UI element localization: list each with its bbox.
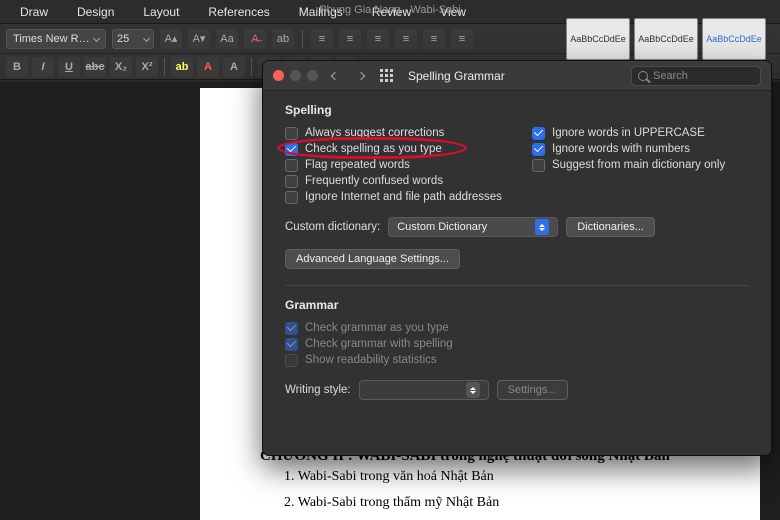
tab-layout[interactable]: Layout [129,2,193,22]
numbering-button[interactable]: ≡ [339,29,361,49]
check-grammar-with-spelling: Check grammar with spelling [285,336,749,352]
chevron-left-icon [331,71,339,79]
checkbox-icon[interactable] [532,127,545,140]
search-input[interactable]: Search [631,66,761,86]
strike-button[interactable]: abc [84,57,106,77]
search-placeholder: Search [653,70,688,82]
style-nospace[interactable]: AaBbCcDdEe [634,18,698,60]
style-normal[interactable]: AaBbCcDdEe [566,18,630,60]
grammar-heading: Grammar [285,298,749,312]
check-grammar-as-type: Check grammar as you type [285,320,749,336]
back-button[interactable] [326,67,344,85]
checkbox-icon [285,322,298,335]
highlight-button[interactable]: ab [171,57,193,77]
checkbox-icon[interactable] [285,175,298,188]
doc-line: 1. Wabi-Sabi trong văn hoá Nhật Bản [284,469,720,485]
custom-dict-label: Custom dictionary: [285,221,380,233]
checkbox-icon [285,354,298,367]
checkbox-icon[interactable] [532,159,545,172]
forward-button[interactable] [352,67,370,85]
decrease-font-button[interactable]: A▾ [188,29,210,49]
search-icon [638,71,648,81]
checkbox-icon[interactable] [285,143,298,156]
style-heading1[interactable]: AaBbCcDdEe [702,18,766,60]
check-spelling-as-type[interactable]: Check spelling as you type [285,141,502,157]
italic-button[interactable]: I [32,57,54,77]
updown-icon [466,382,480,398]
indent-dec-button[interactable]: ≡ [423,29,445,49]
font-toolbar: Times New R… 25 A▴ A▾ Aa A̶ ab ≡ ≡ ≡ ≡ ≡… [0,24,780,54]
window-title: Phung Gia Nang · Wabi-Sabi [319,4,460,16]
writing-style-select [359,380,489,400]
checkbox-icon[interactable] [532,143,545,156]
tab-references[interactable]: References [194,2,283,22]
check-readability-stats: Show readability statistics [285,352,749,368]
increase-font-button[interactable]: A▴ [160,29,182,49]
preferences-panel: Spelling Grammar Search Spelling Always … [262,60,772,456]
font-color-button[interactable]: A [197,57,219,77]
zoom-icon [307,70,318,81]
char-border-button[interactable]: ab [272,29,294,49]
chevron-right-icon [357,71,365,79]
dictionaries-button[interactable]: Dictionaries... [566,217,655,237]
advanced-language-button[interactable]: Advanced Language Settings... [285,249,460,269]
checkbox-icon[interactable] [285,127,298,140]
updown-icon [535,219,549,235]
change-case-button[interactable]: Aa [216,29,238,49]
check-ignore-internet[interactable]: Ignore Internet and file path addresses [285,189,502,205]
font-size-value: 25 [117,33,129,45]
chevron-down-icon [93,35,100,42]
minimize-icon [290,70,301,81]
font-size-combo[interactable]: 25 [112,29,154,49]
subscript-button[interactable]: X₂ [110,57,132,77]
check-ignore-uppercase[interactable]: Ignore words in UPPERCASE [532,125,749,141]
chevron-down-icon [143,35,150,42]
font-family-combo[interactable]: Times New R… [6,29,106,49]
custom-dict-select[interactable]: Custom Dictionary [388,217,558,237]
checkbox-icon [285,338,298,351]
checkbox-icon[interactable] [285,191,298,204]
font-family-value: Times New R… [13,33,90,45]
multilevel-button[interactable]: ≡ [367,29,389,49]
char-shading-button[interactable]: A [223,57,245,77]
show-all-button[interactable] [378,67,396,85]
grammar-settings-button: Settings... [497,380,568,400]
check-always-suggest[interactable]: Always suggest corrections [285,125,502,141]
spelling-heading: Spelling [285,103,749,117]
check-confused-words[interactable]: Frequently confused words [285,173,502,189]
tab-draw[interactable]: Draw [6,2,62,22]
writing-style-label: Writing style: [285,384,351,396]
check-flag-repeated[interactable]: Flag repeated words [285,157,502,173]
underline-button[interactable]: U [58,57,80,77]
close-icon[interactable] [273,70,284,81]
tab-design[interactable]: Design [63,2,128,22]
traffic-lights [273,70,318,81]
doc-line: 2. Wabi-Sabi trong thẩm mỹ Nhật Bản [284,495,720,511]
check-ignore-numbers[interactable]: Ignore words with numbers [532,141,749,157]
checkbox-icon[interactable] [285,159,298,172]
panel-title: Spelling Grammar [408,69,505,83]
check-main-dict-only[interactable]: Suggest from main dictionary only [532,157,749,173]
superscript-button[interactable]: X² [136,57,158,77]
grid-icon [380,69,394,83]
clear-format-button[interactable]: A̶ [244,29,266,49]
indent-inc-button[interactable]: ≡ [451,29,473,49]
bold-button[interactable]: B [6,57,28,77]
align-button[interactable]: ≡ [395,29,417,49]
bullets-button[interactable]: ≡ [311,29,333,49]
panel-titlebar: Spelling Grammar Search [263,61,771,91]
divider [285,285,749,286]
